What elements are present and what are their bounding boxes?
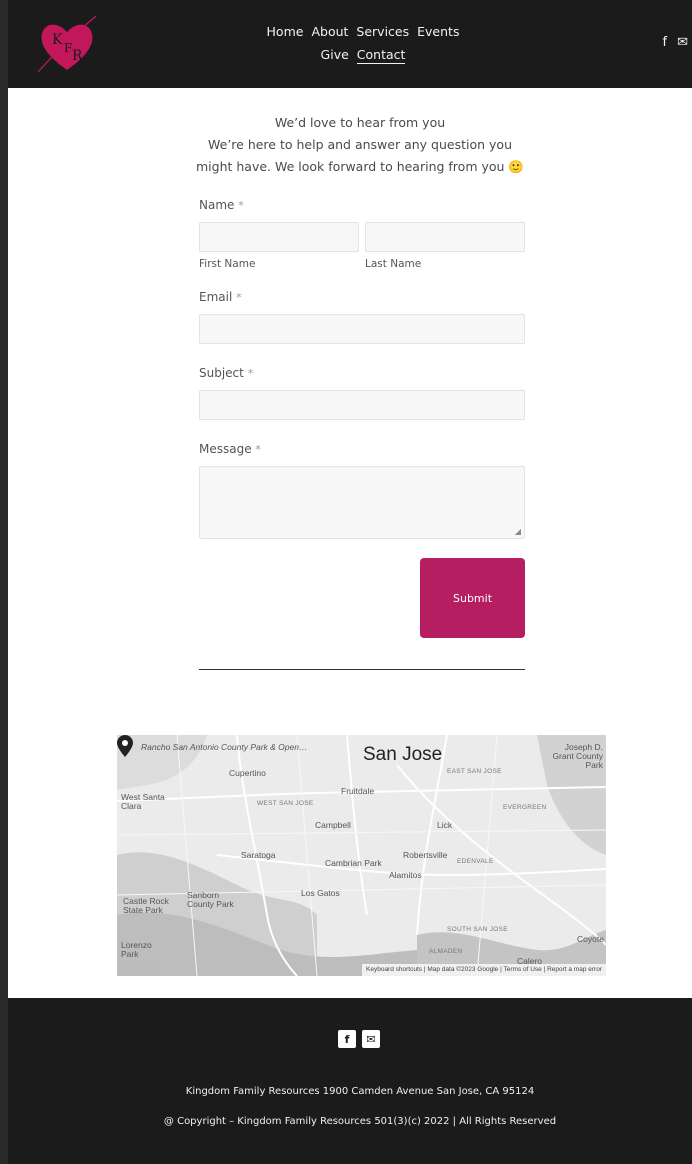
nav-give[interactable]: Give: [321, 47, 349, 64]
map-label-evergreen: EVERGREEN: [503, 804, 547, 811]
map-attribution: Keyboard shortcuts | Map data ©2023 Goog…: [362, 964, 606, 976]
name-label: Name *: [199, 198, 244, 212]
map-data-text: Map data ©2023 Google: [427, 966, 499, 973]
map-label-lorenzo: Lorenzo Park: [121, 940, 152, 959]
subject-label: Subject *: [199, 366, 254, 380]
intro-text: We’d love to hear from you We’re here to…: [8, 112, 692, 178]
submit-button[interactable]: Submit: [420, 558, 525, 638]
subject-field[interactable]: [199, 390, 525, 420]
map-terrain: [117, 735, 606, 976]
map-label-fruitdale: Fruitdale: [341, 786, 375, 796]
contact-section: We’d love to hear from you We’re here to…: [8, 88, 692, 998]
intro-body: We’re here to help and answer any questi…: [196, 137, 524, 174]
map-label-cambrian-park: Cambrian Park: [325, 858, 382, 868]
email-label: Email *: [199, 290, 242, 304]
facebook-icon[interactable]: f: [338, 1030, 356, 1048]
map-label-robertsville: Robertsville: [403, 850, 448, 860]
resize-grip-icon[interactable]: ◢: [515, 527, 521, 536]
email-icon[interactable]: ✉: [362, 1030, 380, 1048]
main-nav: Home About Services Events Give Contact: [258, 24, 468, 72]
divider: [199, 669, 525, 670]
footer-address: Kingdom Family Resources 1900 Camden Ave…: [185, 1086, 535, 1097]
map-label-los-gatos: Los Gatos: [301, 888, 340, 898]
map-label-saratoga: Saratoga: [241, 850, 276, 860]
nav-home[interactable]: Home: [267, 24, 304, 39]
map-label-castle-rock: Castle Rock State Park: [123, 896, 169, 915]
facebook-icon[interactable]: f: [663, 36, 668, 50]
google-logo: Google: [123, 962, 161, 974]
first-name-label: First Name: [199, 258, 256, 270]
report-error-link[interactable]: Report a map error: [547, 966, 602, 973]
map-label-edenvale: EDENVALE: [457, 858, 494, 865]
contact-form: Name * First Name Last Name Email * Subj…: [199, 198, 525, 561]
last-name-label: Last Name: [365, 258, 422, 270]
last-name-input[interactable]: [365, 222, 525, 252]
map-label-west-santa-clara: West Santa Clara: [121, 792, 165, 811]
map-label-lick: Lick: [437, 820, 453, 830]
map-label-alamitos: Alamitos: [389, 870, 422, 880]
map-label-cupertino: Cupertino: [229, 768, 266, 778]
map-label-almaden: ALMADEN: [429, 948, 463, 955]
map-label-joseph-grant: Joseph D. Grant County Park: [552, 742, 603, 770]
header-social: f ✉: [663, 36, 688, 50]
message-field[interactable]: ◢: [199, 466, 525, 539]
map-label-city: San Jose: [363, 744, 443, 765]
map-label-east-san-jose: EAST SAN JOSE: [447, 768, 502, 775]
svg-text:R: R: [72, 48, 83, 64]
map-label-coyote: Coyote: [577, 934, 604, 944]
map-label-west-san-jose: WEST SAN JOSE: [257, 800, 314, 807]
map-label-sanborn: Sanborn County Park: [187, 890, 234, 909]
nav-about[interactable]: About: [311, 24, 348, 39]
svg-text:K: K: [52, 32, 63, 48]
footer-copyright: @ Copyright – Kingdom Family Resources 5…: [163, 1116, 557, 1127]
intro-heading: We’d love to hear from you: [274, 115, 446, 130]
map-embed[interactable]: Rancho San Antonio County Park & Open… S…: [117, 735, 606, 976]
nav-services[interactable]: Services: [356, 24, 409, 39]
terms-link[interactable]: Terms of Use: [503, 966, 541, 973]
location-pin-icon[interactable]: [117, 735, 133, 757]
site-header: K F R Home About Services Events Give Co…: [8, 0, 692, 88]
email-field[interactable]: [199, 314, 525, 344]
footer-social: f ✉: [338, 1030, 380, 1048]
map-label-rancho: Rancho San Antonio County Park & Open…: [141, 742, 308, 752]
map-label-campbell: Campbell: [315, 820, 351, 830]
site-footer: f ✉ Kingdom Family Resources 1900 Camden…: [8, 998, 692, 1164]
keyboard-shortcuts-link[interactable]: Keyboard shortcuts: [366, 966, 422, 973]
first-name-input[interactable]: [199, 222, 359, 252]
message-label: Message *: [199, 442, 261, 456]
map-label-south-san-jose: SOUTH SAN JOSE: [447, 926, 508, 933]
logo[interactable]: K F R: [34, 14, 100, 76]
left-frame: [0, 0, 8, 1164]
nav-contact[interactable]: Contact: [356, 47, 406, 64]
email-icon[interactable]: ✉: [677, 36, 688, 50]
nav-events[interactable]: Events: [417, 24, 459, 39]
